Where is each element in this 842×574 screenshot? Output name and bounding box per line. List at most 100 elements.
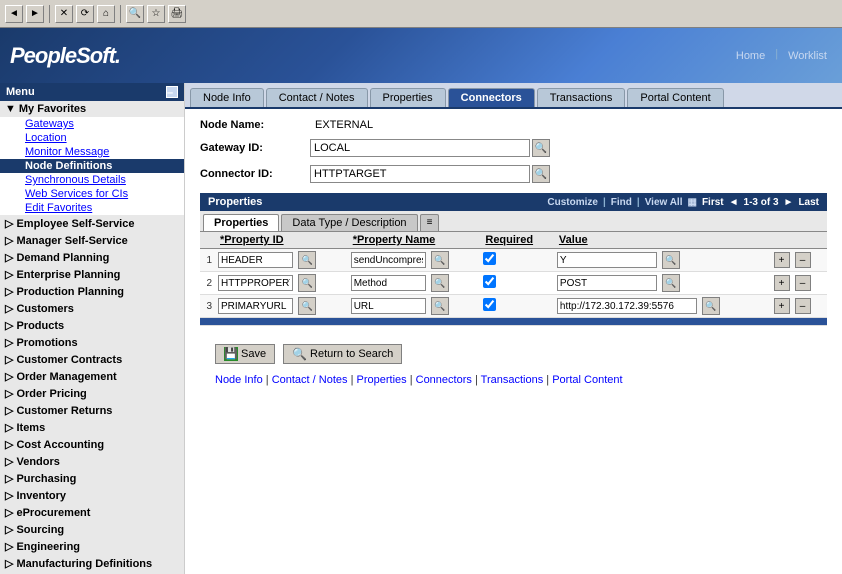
sidebar-cost-accounting[interactable]: ▷ Cost Accounting (0, 436, 184, 453)
gateway-id-input[interactable] (310, 139, 530, 157)
sidebar-collapse-icon[interactable]: – (166, 86, 178, 98)
sidebar-item-web-services[interactable]: Web Services for CIs (0, 187, 184, 201)
row-1-property-name-search[interactable]: 🔍 (431, 251, 449, 269)
view-all-link[interactable]: View All (645, 197, 683, 208)
return-to-search-button[interactable]: 🔍 Return to Search (283, 344, 402, 364)
refresh-button[interactable]: ⟳ (76, 5, 94, 23)
sidebar-item-monitor-message[interactable]: Monitor Message (0, 145, 184, 159)
row-3-property-name-search[interactable]: 🔍 (431, 297, 449, 315)
row-1-add-button[interactable]: + (774, 252, 790, 268)
row-3-property-id-search[interactable]: 🔍 (298, 297, 316, 315)
sidebar-order-pricing[interactable]: ▷ Order Pricing (0, 385, 184, 402)
sub-tab-data-type-description[interactable]: Data Type / Description (281, 214, 417, 231)
home-link[interactable]: Home (731, 48, 770, 64)
sidebar-item-synchronous-details[interactable]: Synchronous Details (0, 173, 184, 187)
connector-id-input[interactable] (310, 165, 530, 183)
production-planning-triangle: ▷ (5, 285, 13, 298)
row-1-value-input[interactable] (557, 252, 657, 268)
prev-icon[interactable]: ◄ (729, 197, 739, 208)
home-button[interactable]: ⌂ (97, 5, 115, 23)
row-1-required-checkbox[interactable] (483, 252, 496, 265)
employee-triangle: ▷ (5, 217, 13, 230)
sidebar-products[interactable]: ▷ Products (0, 317, 184, 334)
sidebar-items[interactable]: ▷ Items (0, 419, 184, 436)
row-2-property-name-search[interactable]: 🔍 (431, 274, 449, 292)
sidebar-enterprise-planning[interactable]: ▷ Enterprise Planning (0, 266, 184, 283)
connector-id-search-icon[interactable]: 🔍 (532, 165, 550, 183)
favorites-button[interactable]: ☆ (147, 5, 165, 23)
tab-transactions[interactable]: Transactions (537, 88, 626, 107)
back-button[interactable]: ◄ (5, 5, 23, 23)
footer-properties-link[interactable]: Properties (357, 374, 407, 386)
sidebar-customer-returns[interactable]: ▷ Customer Returns (0, 402, 184, 419)
row-2-property-name-cell: 🔍 (348, 272, 481, 295)
sidebar-purchasing[interactable]: ▷ Purchasing (0, 470, 184, 487)
row-1-property-name-input[interactable] (351, 252, 426, 268)
row-3-value-search[interactable]: 🔍 (702, 297, 720, 315)
row-1-actions-cell: + – (770, 249, 828, 272)
stop-button[interactable]: ✕ (55, 5, 73, 23)
row-2-property-name-input[interactable] (351, 275, 426, 291)
row-2-required-checkbox[interactable] (483, 275, 496, 288)
sidebar-item-location[interactable]: Location (0, 131, 184, 145)
row-2-property-id-search[interactable]: 🔍 (298, 274, 316, 292)
row-1-property-id-search[interactable]: 🔍 (298, 251, 316, 269)
row-3-value-input[interactable] (557, 298, 697, 314)
next-icon[interactable]: ► (784, 197, 794, 208)
sidebar-item-node-definitions[interactable]: Node Definitions (0, 159, 184, 173)
sidebar-sourcing[interactable]: ▷ Sourcing (0, 521, 184, 538)
worklist-link[interactable]: Worklist (783, 48, 832, 64)
row-2-value-search[interactable]: 🔍 (662, 274, 680, 292)
sidebar-my-favorites[interactable]: ▼ My Favorites (0, 101, 184, 117)
sidebar-customer-contracts[interactable]: ▷ Customer Contracts (0, 351, 184, 368)
footer-node-info-link[interactable]: Node Info (215, 374, 263, 386)
row-2-add-button[interactable]: + (774, 275, 790, 291)
sidebar-manager-self-service[interactable]: ▷ Manager Self-Service (0, 232, 184, 249)
manager-label: Manager Self-Service (16, 235, 127, 247)
footer-contact-notes-link[interactable]: Contact / Notes (272, 374, 348, 386)
engineering-label: Engineering (16, 541, 80, 553)
tab-contact-notes[interactable]: Contact / Notes (266, 88, 368, 107)
footer-connectors-link[interactable]: Connectors (416, 374, 472, 386)
sidebar-production-planning[interactable]: ▷ Production Planning (0, 283, 184, 300)
sidebar-customers[interactable]: ▷ Customers (0, 300, 184, 317)
save-button[interactable]: 💾 Save (215, 344, 275, 364)
sidebar-engineering[interactable]: ▷ Engineering (0, 538, 184, 555)
row-3-remove-button[interactable]: – (795, 298, 811, 314)
sidebar-eprocurement[interactable]: ▷ eProcurement (0, 504, 184, 521)
row-3-add-button[interactable]: + (774, 298, 790, 314)
gateway-id-search-icon[interactable]: 🔍 (532, 139, 550, 157)
row-2-property-id-input[interactable] (218, 275, 293, 291)
sidebar-manufacturing-definitions[interactable]: ▷ Manufacturing Definitions (0, 555, 184, 572)
sidebar-order-management[interactable]: ▷ Order Management (0, 368, 184, 385)
row-1-value-search[interactable]: 🔍 (662, 251, 680, 269)
sub-tab-properties[interactable]: Properties (203, 214, 279, 231)
footer-portal-content-link[interactable]: Portal Content (552, 374, 622, 386)
sidebar-vendors[interactable]: ▷ Vendors (0, 453, 184, 470)
footer-transactions-link[interactable]: Transactions (481, 374, 544, 386)
find-link[interactable]: Find (611, 197, 632, 208)
forward-button[interactable]: ► (26, 5, 44, 23)
sidebar-demand-planning[interactable]: ▷ Demand Planning (0, 249, 184, 266)
sidebar-employee-self-service[interactable]: ▷ Employee Self-Service (0, 215, 184, 232)
row-3-property-id-input[interactable] (218, 298, 293, 314)
tab-portal-content[interactable]: Portal Content (627, 88, 723, 107)
row-3-property-name-input[interactable] (351, 298, 426, 314)
row-2-remove-button[interactable]: – (795, 275, 811, 291)
row-3-required-checkbox[interactable] (483, 298, 496, 311)
tab-connectors[interactable]: Connectors (448, 88, 535, 107)
cost-accounting-triangle: ▷ (5, 438, 13, 451)
row-2-value-input[interactable] (557, 275, 657, 291)
customize-link[interactable]: Customize (547, 197, 598, 208)
sidebar-item-edit-favorites[interactable]: Edit Favorites (0, 201, 184, 215)
print-button[interactable]: 🖨 (168, 5, 186, 23)
sidebar-inventory[interactable]: ▷ Inventory (0, 487, 184, 504)
search-browser-button[interactable]: 🔍 (126, 5, 144, 23)
tab-node-info[interactable]: Node Info (190, 88, 264, 107)
sidebar-item-gateways[interactable]: Gateways (0, 117, 184, 131)
tab-properties[interactable]: Properties (370, 88, 446, 107)
sub-tab-icon[interactable]: ≡ (420, 214, 440, 231)
row-1-remove-button[interactable]: – (795, 252, 811, 268)
sidebar-promotions[interactable]: ▷ Promotions (0, 334, 184, 351)
row-1-property-id-input[interactable] (218, 252, 293, 268)
